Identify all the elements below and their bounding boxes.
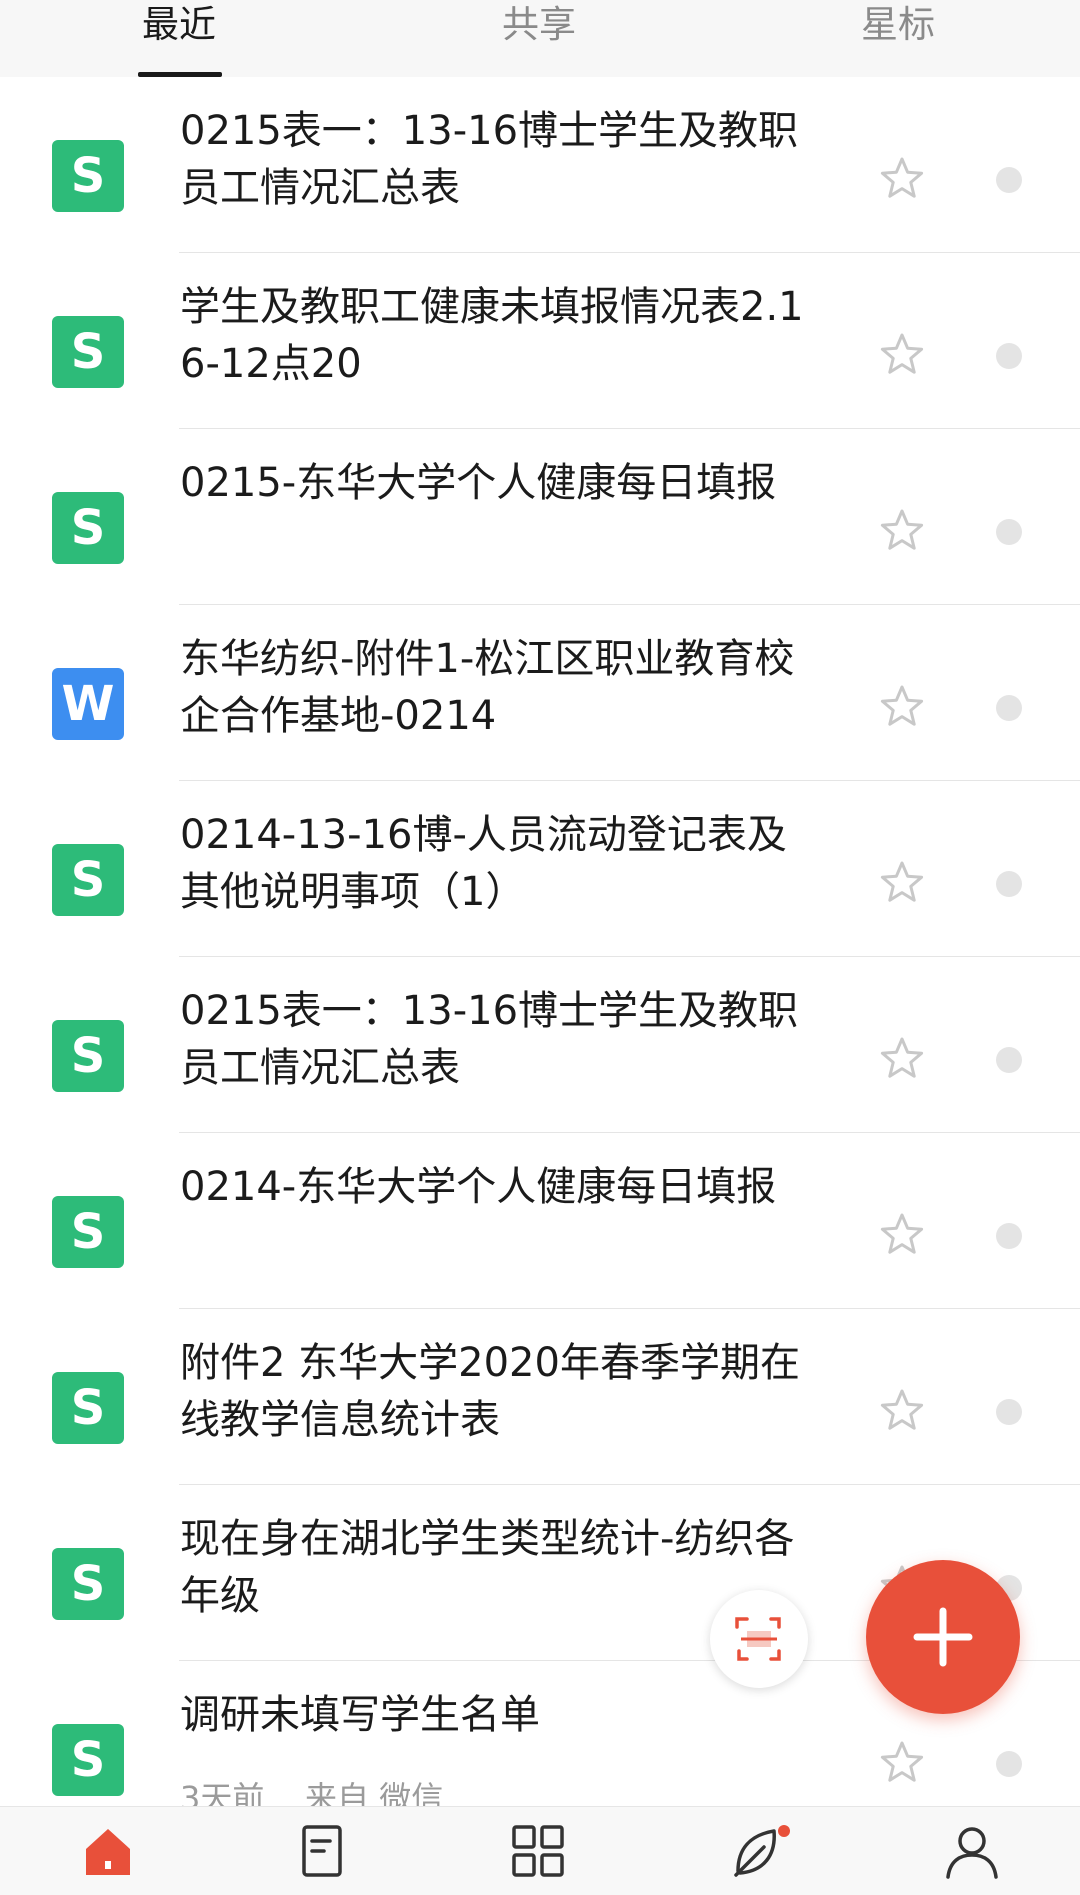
star-icon[interactable]	[878, 1211, 926, 1259]
file-title: 附件2 东华大学2020年春季学期在线教学信息统计表	[180, 1340, 800, 1443]
file-list-item[interactable]: S 0215表一：13-16博士学生及教职员工情况汇总表	[0, 77, 1080, 253]
star-icon[interactable]	[878, 859, 926, 907]
word-doc-icon: W	[52, 668, 124, 740]
create-new-button[interactable]	[866, 1560, 1020, 1714]
apps-grid-icon	[512, 1825, 564, 1877]
star-icon[interactable]	[878, 683, 926, 731]
top-tab-bar: 最近 共享 星标	[0, 0, 1080, 78]
file-title: 0214-13-16博-人员流动登记表及其他说明事项（1）	[180, 812, 787, 915]
file-list-item[interactable]: S 0215-东华大学个人健康每日填报	[0, 429, 1080, 605]
plus-icon	[913, 1607, 973, 1667]
file-title: 0215-东华大学个人健康每日填报	[180, 460, 777, 506]
document-icon	[302, 1825, 342, 1877]
tab-starred[interactable]: 星标	[861, 0, 935, 77]
spreadsheet-icon: S	[52, 1724, 124, 1796]
star-icon[interactable]	[878, 1035, 926, 1083]
scan-button[interactable]	[710, 1590, 808, 1688]
more-options-icon[interactable]	[996, 1751, 1022, 1777]
home-icon	[86, 1829, 130, 1875]
file-title: 调研未填写学生名单	[180, 1692, 540, 1738]
star-icon[interactable]	[878, 507, 926, 555]
more-options-icon[interactable]	[996, 519, 1022, 545]
notification-badge	[778, 1825, 790, 1837]
spreadsheet-icon: S	[52, 1020, 124, 1092]
more-options-icon[interactable]	[996, 871, 1022, 897]
spreadsheet-icon: S	[52, 1372, 124, 1444]
file-list-item[interactable]: S 0214-东华大学个人健康每日填报	[0, 1133, 1080, 1309]
bottom-navigation	[0, 1806, 1080, 1895]
star-icon[interactable]	[878, 1739, 926, 1787]
more-options-icon[interactable]	[996, 1399, 1022, 1425]
tab-recent[interactable]: 最近	[142, 0, 216, 77]
spreadsheet-icon: S	[52, 140, 124, 212]
more-options-icon[interactable]	[996, 343, 1022, 369]
file-list-item[interactable]: S 0214-13-16博-人员流动登记表及其他说明事项（1）	[0, 781, 1080, 957]
star-icon[interactable]	[878, 331, 926, 379]
file-list-item[interactable]: S 0215表一：13-16博士学生及教职员工情况汇总表	[0, 957, 1080, 1133]
file-title: 东华纺织-附件1-松江区职业教育校企合作基地-0214	[180, 636, 795, 739]
more-options-icon[interactable]	[996, 1223, 1022, 1249]
more-options-icon[interactable]	[996, 1047, 1022, 1073]
star-icon[interactable]	[878, 1387, 926, 1435]
profile-icon	[946, 1827, 998, 1879]
star-icon[interactable]	[878, 155, 926, 203]
leaf-discover-icon	[734, 1825, 790, 1877]
file-title: 0215表一：13-16博士学生及教职员工情况汇总表	[180, 108, 799, 211]
nav-apps[interactable]	[508, 1821, 568, 1881]
nav-profile[interactable]	[942, 1821, 1002, 1881]
spreadsheet-icon: S	[52, 316, 124, 388]
file-list-item[interactable]: S 学生及教职工健康未填报情况表2.16-12点20	[0, 253, 1080, 429]
tab-shared[interactable]: 共享	[502, 0, 576, 77]
more-options-icon[interactable]	[996, 695, 1022, 721]
file-title: 0214-东华大学个人健康每日填报	[180, 1164, 777, 1210]
nav-documents[interactable]	[292, 1821, 352, 1881]
file-list-item[interactable]: W 东华纺织-附件1-松江区职业教育校企合作基地-0214	[0, 605, 1080, 781]
spreadsheet-icon: S	[52, 1196, 124, 1268]
file-list-item[interactable]: S 附件2 东华大学2020年春季学期在线教学信息统计表	[0, 1309, 1080, 1485]
file-title: 学生及教职工健康未填报情况表2.16-12点20	[180, 284, 804, 387]
more-options-icon[interactable]	[996, 167, 1022, 193]
file-title: 0215表一：13-16博士学生及教职员工情况汇总表	[180, 988, 799, 1091]
scan-icon	[735, 1617, 781, 1661]
nav-home[interactable]	[78, 1821, 138, 1881]
spreadsheet-icon: S	[52, 1548, 124, 1620]
spreadsheet-icon: S	[52, 844, 124, 916]
nav-discover[interactable]	[728, 1821, 790, 1881]
spreadsheet-icon: S	[52, 492, 124, 564]
